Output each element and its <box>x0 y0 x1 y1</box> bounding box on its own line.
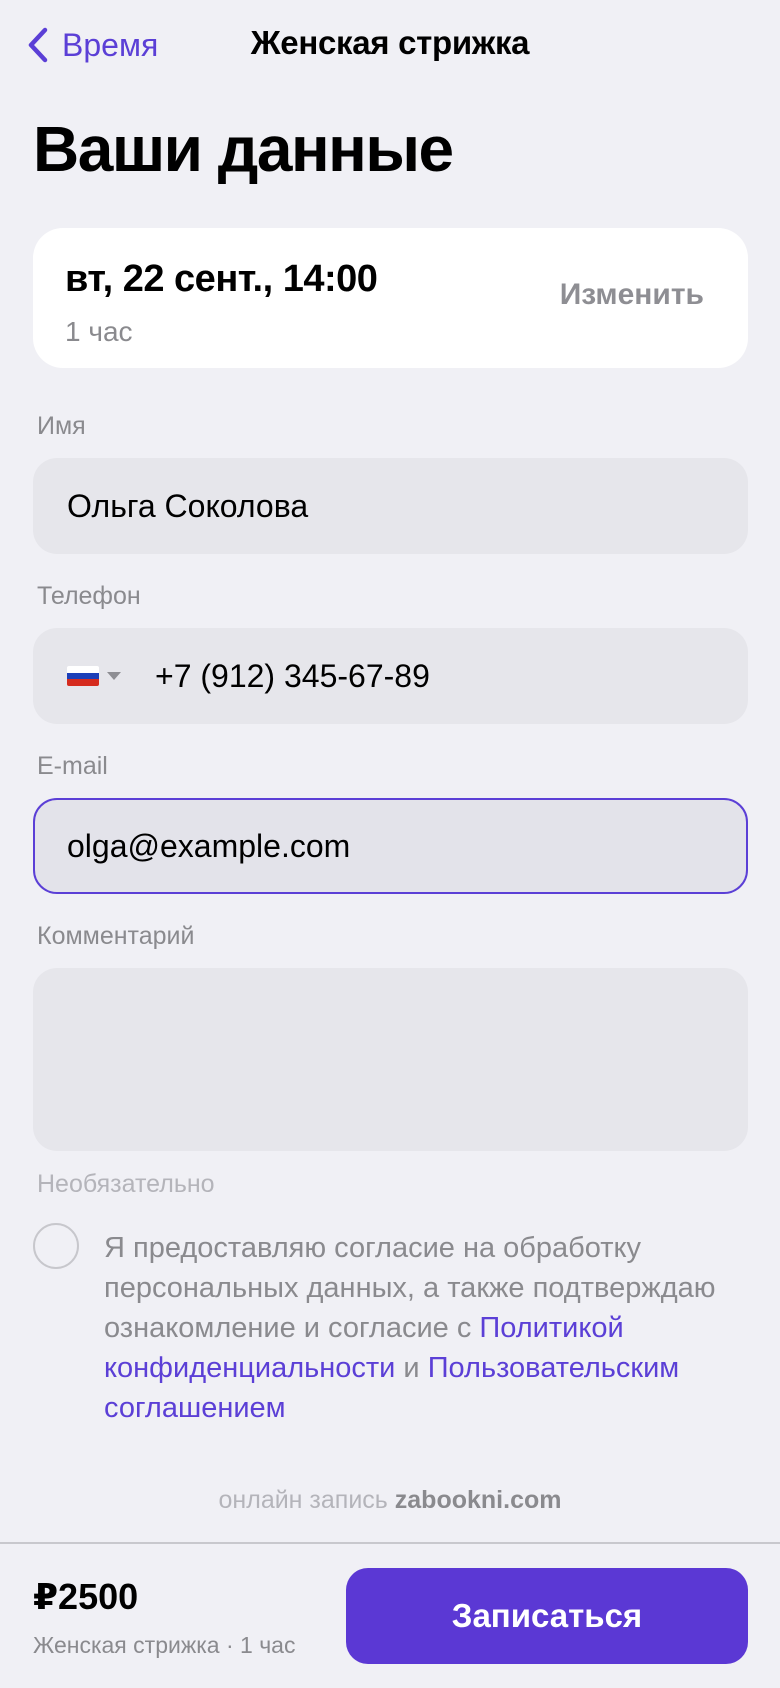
consent-text: Я предоставляю согласие на обработку пер… <box>104 1228 754 1428</box>
powered-by: онлайн запись zabookni.com <box>0 1486 780 1515</box>
email-field[interactable]: olga@example.com <box>33 798 748 894</box>
appointment-duration: 1 час <box>65 316 133 347</box>
comment-label: Комментарий <box>37 922 195 950</box>
service-summary: Женская стрижка · 1 час <box>33 1632 296 1658</box>
phone-value: +7 (912) 345-67-89 <box>155 657 430 694</box>
email-value: olga@example.com <box>67 827 351 864</box>
comment-hint: Необязательно <box>37 1170 215 1198</box>
nav-title: Женская стрижка <box>250 24 530 61</box>
booking-details-screen: Время Женская стрижка Ваши данные вт, 22… <box>0 0 780 1688</box>
country-selector[interactable] <box>67 666 121 686</box>
bottom-bar: ₽2500 Женская стрижка · 1 час Записаться <box>0 1542 780 1688</box>
comment-field[interactable] <box>33 968 748 1151</box>
email-label: E-mail <box>37 752 108 780</box>
book-button[interactable]: Записаться <box>346 1568 748 1664</box>
price: ₽2500 <box>33 1576 139 1617</box>
name-field[interactable]: Ольга Соколова <box>33 458 748 554</box>
caret-down-icon <box>107 672 121 680</box>
nav-bar: Время Женская стрижка <box>0 0 780 90</box>
powered-by-prefix: онлайн запись <box>218 1486 395 1514</box>
appointment-date-time: вт, 22 сент., 14:00 <box>65 258 378 300</box>
powered-by-brand[interactable]: zabookni.com <box>395 1486 562 1514</box>
appointment-card: вт, 22 сент., 14:00 1 час Изменить <box>33 228 748 368</box>
phone-label: Телефон <box>37 582 141 610</box>
page-title: Ваши данные <box>33 113 454 185</box>
consent-checkbox[interactable] <box>33 1223 79 1269</box>
phone-field[interactable]: +7 (912) 345-67-89 <box>33 628 748 724</box>
consent-body: Я предоставляю согласие на обработку пер… <box>104 1232 716 1344</box>
name-label: Имя <box>37 412 86 440</box>
russia-flag-icon <box>67 666 99 686</box>
name-value: Ольга Соколова <box>67 487 309 524</box>
consent-joiner: и <box>395 1352 428 1384</box>
change-button[interactable]: Изменить <box>560 278 704 312</box>
